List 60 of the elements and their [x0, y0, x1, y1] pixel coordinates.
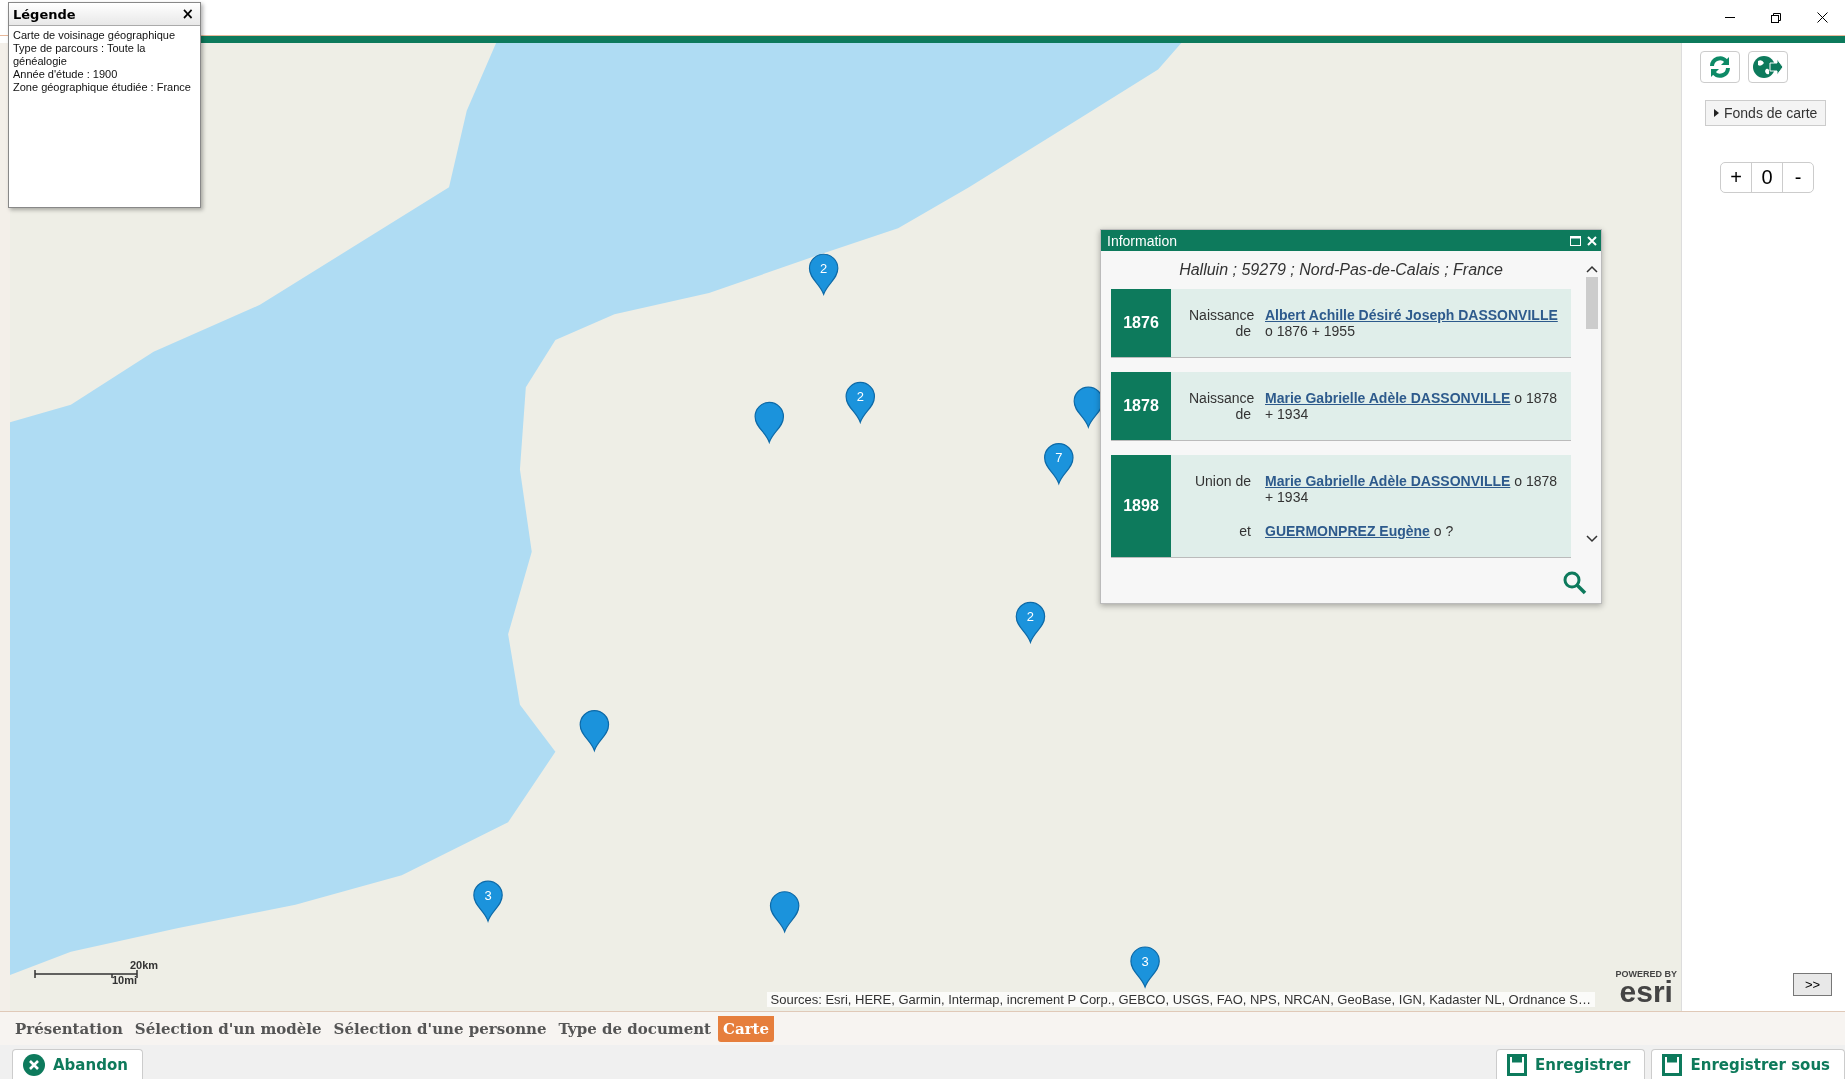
maximize-icon[interactable]	[1570, 235, 1581, 246]
tab[interactable]: Sélection d'un modèle	[129, 1015, 327, 1042]
zoom-in-button[interactable]: +	[1721, 163, 1752, 192]
person-link[interactable]: Marie Gabrielle Adèle DASSONVILLE	[1265, 473, 1511, 489]
map-marker[interactable]: 3	[473, 880, 503, 922]
event-label: Union de	[1193, 473, 1251, 489]
map-marker[interactable]: 2	[1015, 601, 1046, 643]
save-button[interactable]: Enregistrer sous	[1651, 1049, 1845, 1079]
close-button[interactable]: ×	[181, 5, 194, 23]
refresh-button[interactable]	[1700, 51, 1740, 83]
globe-button[interactable]	[1748, 51, 1788, 83]
close-circle-icon	[23, 1053, 45, 1076]
popup-title: Information	[1107, 232, 1178, 249]
chevron-up-icon[interactable]	[1586, 265, 1598, 273]
map-marker[interactable]	[754, 401, 785, 443]
scrollbar-thumb[interactable]	[1586, 277, 1598, 329]
legend-line: Type de parcours : Toute la généalogie	[13, 42, 147, 68]
event-year: 1898	[1111, 455, 1171, 557]
save-button[interactable]: Enregistrer	[1496, 1049, 1646, 1079]
event-year: 1876	[1111, 289, 1171, 357]
search-icon[interactable]	[1563, 571, 1587, 595]
map-marker[interactable]: 2	[845, 381, 876, 424]
basemap-button[interactable]: Fonds de carte	[1705, 100, 1827, 126]
scale-label: 10mi	[112, 974, 138, 986]
person-link[interactable]: Albert Achille Désiré Joseph DASSONVILLE	[1265, 307, 1558, 323]
legend-line: Zone géographique étudiée : France	[13, 81, 192, 94]
zoom-level: 0	[1752, 163, 1783, 192]
person-link[interactable]: GUERMONPREZ Eugène	[1265, 523, 1430, 539]
tab[interactable]: Sélection d'une personne	[328, 1015, 552, 1042]
person-link[interactable]: Marie Gabrielle Adèle DASSONVILLE	[1265, 390, 1511, 406]
event-text: GUERMONPREZ Eugène o ?	[1265, 523, 1455, 539]
chevron-down-icon[interactable]	[1586, 535, 1598, 543]
attribution-text: Sources: Esri, HERE, Garmin, Intermap, increment P Corp., GEBCO, USGS, FAO, NPS, NRCAN, GeoBase, IGN, Kadaster NL, Ordnance S…	[766, 992, 1595, 1007]
event-label: et	[1238, 523, 1251, 539]
expand-button[interactable]: >>	[1793, 973, 1832, 996]
event-year: 1878	[1111, 372, 1171, 440]
logo-text: esri	[1619, 979, 1673, 1005]
map-marker[interactable]: 7	[1044, 443, 1074, 485]
scale-label: 20km	[130, 959, 159, 971]
close-icon[interactable]	[1816, 12, 1828, 23]
globe-arrow-icon	[1752, 55, 1784, 79]
event-text: Marie Gabrielle Adèle DASSONVILLE o 1878 + 1934	[1265, 473, 1559, 505]
tab[interactable]: Type de document	[553, 1015, 717, 1042]
minimize-icon[interactable]	[1725, 16, 1735, 19]
tab[interactable]: Présentation	[10, 1015, 128, 1042]
legend-line: Carte de voisinage géographique	[13, 29, 177, 42]
logo-caption: POWERED BY	[1615, 969, 1677, 979]
map-marker[interactable]: 2	[808, 253, 839, 295]
cancel-button[interactable]: Abandon	[12, 1049, 143, 1079]
legend-title: Légende	[13, 6, 76, 22]
event-text: Albert Achille Désiré Joseph DASSONVILLE o 1876 + 1955	[1265, 307, 1559, 339]
map-marker[interactable]: 3	[1130, 946, 1160, 988]
location-text: Halluin ; 59279 ; Nord-Pas-de-Calais ; France	[1178, 261, 1504, 279]
refresh-icon	[1708, 55, 1732, 79]
legend-line: Année d'étude : 1900	[13, 68, 119, 81]
zoom-out-button[interactable]: -	[1783, 163, 1813, 192]
restore-icon[interactable]	[1771, 12, 1781, 23]
map-marker[interactable]	[579, 710, 610, 752]
event-text: Marie Gabrielle Adèle DASSONVILLE o 1878 + 1934	[1265, 390, 1559, 422]
map-marker[interactable]	[769, 891, 800, 933]
